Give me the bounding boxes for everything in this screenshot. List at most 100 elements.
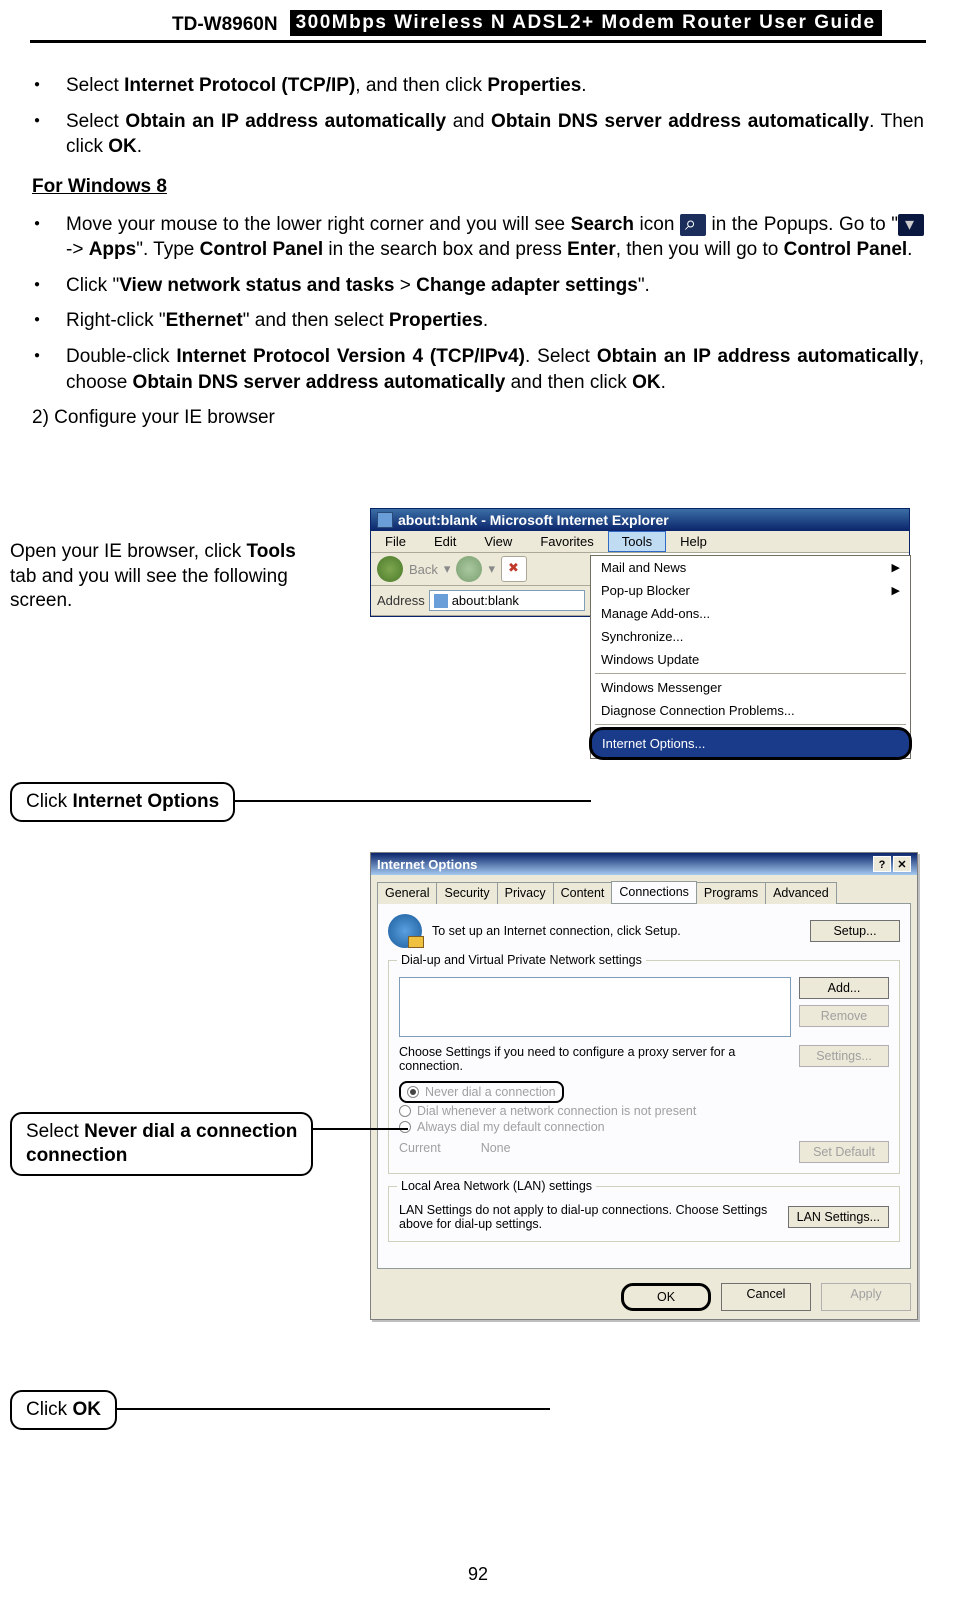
menu-item-mail-news[interactable]: Mail and News▶ — [591, 556, 910, 579]
radio-icon — [399, 1121, 411, 1133]
top-bullet-list: Select Internet Protocol (TCP/IP), and t… — [32, 73, 924, 160]
header-rule — [30, 40, 926, 43]
menu-separator — [595, 673, 906, 674]
menu-item-popup-blocker[interactable]: Pop-up Blocker▶ — [591, 579, 910, 602]
ie-window-title: about:blank - Microsoft Internet Explore… — [398, 512, 669, 528]
bullet-item: Select Internet Protocol (TCP/IP), and t… — [32, 73, 924, 99]
current-value: None — [481, 1141, 511, 1155]
ie-app-icon — [377, 512, 393, 528]
callout-ok: Click OK — [10, 1390, 117, 1430]
io-footer: OK Cancel Apply — [371, 1275, 917, 1319]
radio-always-dial[interactable]: Always dial my default connection — [399, 1119, 889, 1135]
menu-item-windows-update[interactable]: Windows Update — [591, 648, 910, 671]
ie-menu-bar: File Edit View Favorites Tools Help — [371, 531, 909, 553]
search-icon — [680, 214, 706, 236]
address-label: Address — [377, 593, 425, 608]
tab-general[interactable]: General — [377, 882, 437, 904]
model-number: TD-W8960N — [172, 14, 278, 36]
bullet-item: Move your mouse to the lower right corne… — [32, 212, 924, 263]
menu-item-diagnose[interactable]: Diagnose Connection Problems... — [591, 699, 910, 722]
windows8-heading: For Windows 8 — [32, 174, 924, 200]
ie-title-bar: about:blank - Microsoft Internet Explore… — [371, 509, 909, 531]
callout-connector-1 — [224, 800, 591, 802]
callout-never-dial: Select Never dial a connection connectio… — [10, 1112, 313, 1176]
dial-radio-group: Never dial a connection Dial whenever a … — [399, 1081, 889, 1135]
back-button-icon[interactable] — [377, 556, 403, 582]
down-arrow-icon — [898, 214, 924, 236]
forward-button-icon[interactable] — [456, 556, 482, 582]
back-label: Back — [409, 562, 438, 577]
settings-button: Settings... — [799, 1045, 889, 1067]
io-title: Internet Options — [377, 857, 477, 872]
radio-icon — [407, 1086, 419, 1098]
tab-security[interactable]: Security — [436, 882, 497, 904]
menu-tools[interactable]: Tools — [608, 531, 666, 552]
tab-connections[interactable]: Connections — [611, 881, 697, 903]
current-label: Current — [399, 1141, 441, 1155]
menu-item-windows-messenger[interactable]: Windows Messenger — [591, 676, 910, 699]
step-2-heading: 2) Configure your IE browser — [32, 405, 924, 431]
remove-button: Remove — [799, 1005, 889, 1027]
page-icon — [434, 594, 448, 608]
ie-window-screenshot: about:blank - Microsoft Internet Explore… — [370, 508, 910, 617]
callout-internet-options: Click Internet Options — [10, 782, 235, 822]
close-button-icon[interactable]: ✕ — [893, 856, 911, 872]
add-button[interactable]: Add... — [799, 977, 889, 999]
apply-button: Apply — [821, 1283, 911, 1311]
lan-settings-group: Local Area Network (LAN) settings LAN Se… — [388, 1186, 900, 1242]
vpn-listbox[interactable] — [399, 977, 791, 1037]
side-instruction-1: Open your IE browser, click Tools tab an… — [10, 540, 310, 614]
bullet-item: Right-click "Ethernet" and then select P… — [32, 308, 924, 334]
radio-dial-whenever[interactable]: Dial whenever a network connection is no… — [399, 1103, 889, 1119]
address-value: about:blank — [452, 593, 519, 608]
address-input[interactable]: about:blank — [429, 590, 585, 611]
ie-toolbar: Back ▾ ▾ — [371, 553, 591, 586]
ok-button[interactable]: OK — [621, 1283, 711, 1311]
dialup-vpn-group: Dial-up and Virtual Private Network sett… — [388, 960, 900, 1174]
setup-text: To set up an Internet connection, click … — [432, 924, 800, 938]
set-default-button: Set Default — [799, 1141, 889, 1163]
ie-address-bar: Address about:blank — [371, 586, 591, 616]
io-body: To set up an Internet connection, click … — [377, 903, 911, 1269]
menu-favorites[interactable]: Favorites — [526, 531, 607, 552]
menu-help[interactable]: Help — [666, 531, 721, 552]
body-content: Select Internet Protocol (TCP/IP), and t… — [30, 73, 926, 431]
lan-settings-button[interactable]: LAN Settings... — [788, 1206, 889, 1228]
page-number: 92 — [0, 1564, 956, 1585]
tab-privacy[interactable]: Privacy — [497, 882, 554, 904]
submenu-arrow-icon: ▶ — [892, 584, 900, 597]
menu-item-manage-addons[interactable]: Manage Add-ons... — [591, 602, 910, 625]
w8-bullet-list: Move your mouse to the lower right corne… — [32, 212, 924, 396]
tab-programs[interactable]: Programs — [696, 882, 766, 904]
lan-legend: Local Area Network (LAN) settings — [397, 1179, 596, 1193]
internet-options-dialog: Internet Options ? ✕ General Security Pr… — [370, 852, 918, 1320]
menu-view[interactable]: View — [470, 531, 526, 552]
menu-file[interactable]: File — [371, 531, 420, 552]
lan-text: LAN Settings do not apply to dial-up con… — [399, 1203, 788, 1231]
cancel-button[interactable]: Cancel — [721, 1283, 811, 1311]
menu-item-internet-options[interactable]: Internet Options... — [589, 727, 912, 760]
globe-icon — [388, 914, 422, 948]
io-tab-strip: General Security Privacy Content Connect… — [371, 875, 917, 903]
tab-advanced[interactable]: Advanced — [765, 882, 837, 904]
menu-separator — [595, 724, 906, 725]
setup-button[interactable]: Setup... — [810, 920, 900, 942]
help-button-icon[interactable]: ? — [873, 856, 891, 872]
menu-edit[interactable]: Edit — [420, 531, 470, 552]
setup-row: To set up an Internet connection, click … — [388, 914, 900, 948]
bullet-item: Click "View network status and tasks > C… — [32, 273, 924, 299]
stop-button-icon[interactable] — [501, 556, 527, 582]
dialup-legend: Dial-up and Virtual Private Network sett… — [397, 953, 646, 967]
guide-title: 300Mbps Wireless N ADSL2+ Modem Router U… — [290, 10, 882, 36]
header: TD-W8960N 300Mbps Wireless N ADSL2+ Mode… — [30, 10, 926, 36]
callout-connector-3 — [108, 1408, 550, 1410]
radio-never-dial[interactable]: Never dial a connection — [399, 1081, 564, 1103]
io-title-bar: Internet Options ? ✕ — [371, 853, 917, 875]
submenu-arrow-icon: ▶ — [892, 561, 900, 574]
bullet-item: Select Obtain an IP address automaticall… — [32, 109, 924, 160]
tools-dropdown-menu: Mail and News▶ Pop-up Blocker▶ Manage Ad… — [590, 555, 911, 759]
proxy-text: Choose Settings if you need to configure… — [399, 1045, 791, 1073]
menu-item-synchronize[interactable]: Synchronize... — [591, 625, 910, 648]
bullet-item: Double-click Internet Protocol Version 4… — [32, 344, 924, 395]
tab-content[interactable]: Content — [553, 882, 613, 904]
